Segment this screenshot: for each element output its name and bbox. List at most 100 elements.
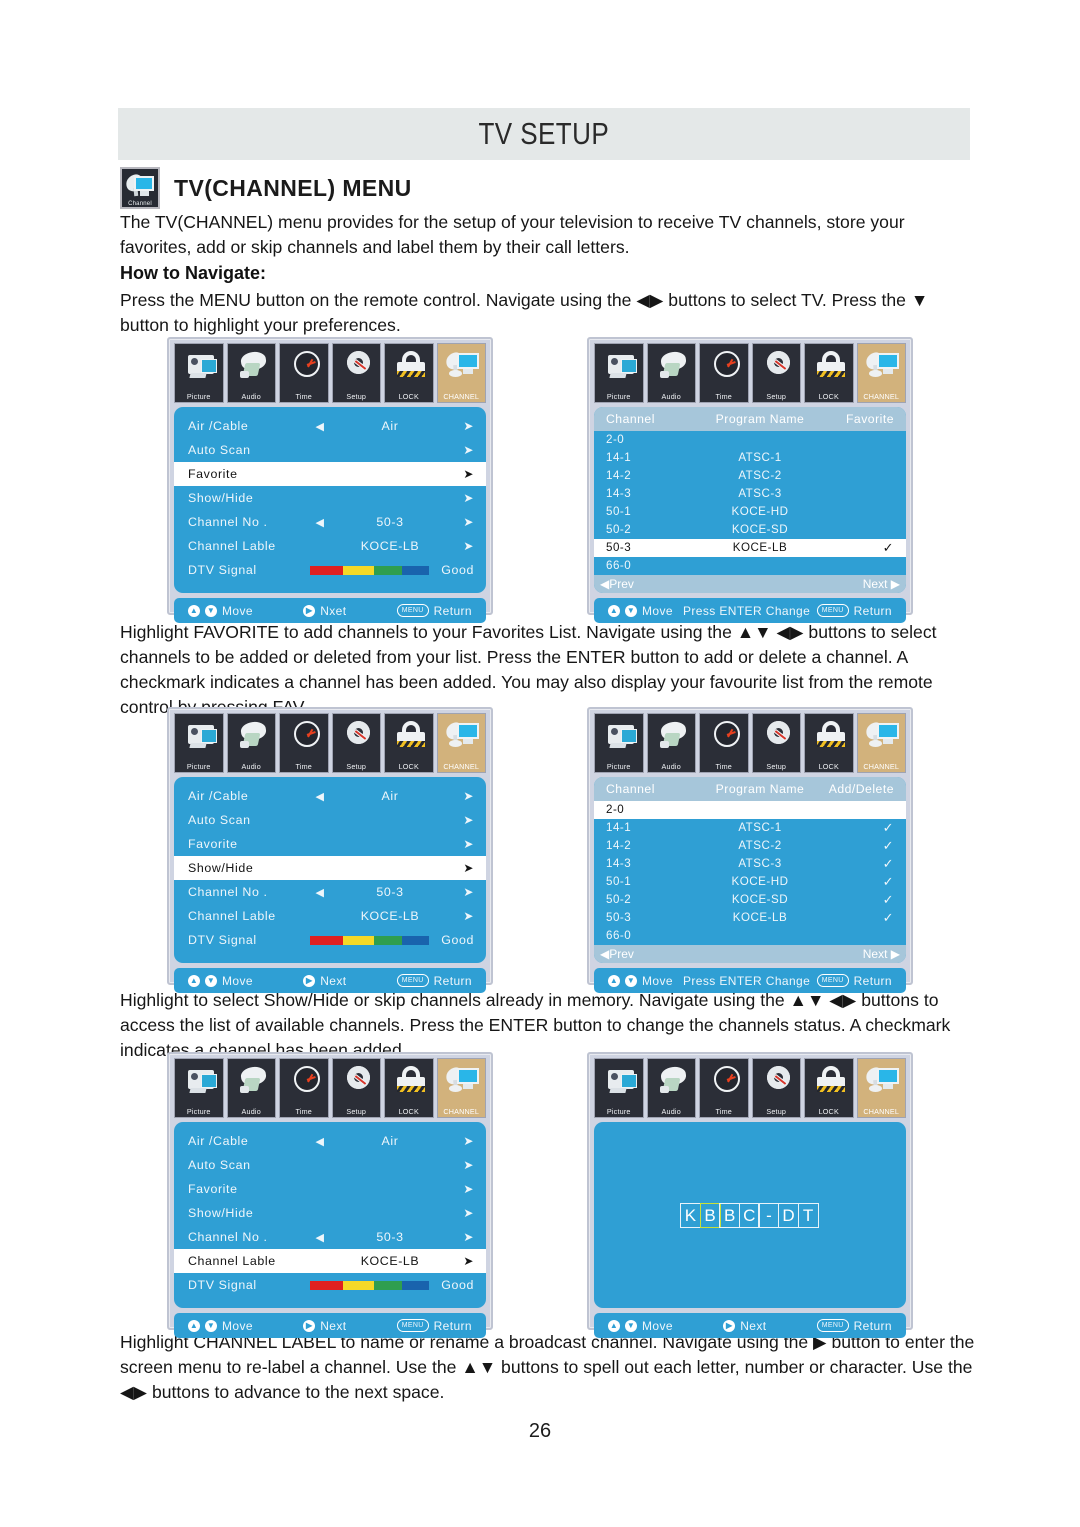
tab-setup[interactable]: Setup	[751, 343, 801, 403]
right-arrow-icon[interactable]: ➤	[440, 1182, 474, 1196]
tab-picture[interactable]: Picture	[174, 343, 224, 403]
menu-row-channel-lable[interactable]: Channel Lable KOCE-LB ➤	[174, 1249, 486, 1273]
right-arrow-icon[interactable]: ➤	[440, 1230, 474, 1244]
tab-picture[interactable]: Picture	[174, 1058, 224, 1118]
menu-row-channel-lable[interactable]: Channel Lable KOCE-LB ➤	[174, 904, 486, 928]
prev-page-button[interactable]: ◀Prev	[600, 947, 634, 961]
tab-setup[interactable]: Setup	[331, 343, 381, 403]
tab-time[interactable]: Time	[699, 1058, 749, 1118]
table-row[interactable]: 2-0	[594, 800, 906, 819]
menu-row-channel-no[interactable]: Channel No . ◀ 50-3 ➤	[174, 880, 486, 904]
tab-audio[interactable]: Audio	[226, 713, 276, 773]
label-cell-cursor[interactable]: B	[699, 1202, 721, 1228]
tab-audio[interactable]: Audio	[646, 1058, 696, 1118]
menu-row-show-hide[interactable]: Show/Hide ➤	[174, 486, 486, 510]
label-cell[interactable]: T	[797, 1202, 819, 1228]
left-arrow-icon[interactable]: ◀	[300, 790, 340, 803]
tab-lock[interactable]: LOCK	[384, 343, 434, 403]
tab-time[interactable]: Time	[279, 713, 329, 773]
tab-picture[interactable]: Picture	[594, 713, 644, 773]
tab-lock[interactable]: LOCK	[804, 1058, 854, 1118]
next-page-button[interactable]: Next ▶	[863, 577, 900, 591]
tab-audio[interactable]: Audio	[226, 343, 276, 403]
menu-row-favorite[interactable]: Favorite ➤	[174, 832, 486, 856]
right-arrow-icon[interactable]: ➤	[440, 443, 474, 457]
table-row[interactable]: 14-1 ATSC-1	[594, 449, 906, 467]
table-row[interactable]: 50-2 KOCE-SD	[594, 521, 906, 539]
right-arrow-icon[interactable]: ➤	[440, 861, 474, 875]
tab-time[interactable]: Time	[699, 713, 749, 773]
table-row[interactable]: 2-0	[594, 431, 906, 449]
left-arrow-icon[interactable]: ◀	[300, 420, 340, 433]
table-row[interactable]: 14-3 ATSC-3 ✓	[594, 855, 906, 873]
tab-lock[interactable]: LOCK	[384, 1058, 434, 1118]
left-arrow-icon[interactable]: ◀	[300, 516, 340, 529]
left-arrow-icon[interactable]: ◀	[300, 886, 340, 899]
table-row[interactable]: 50-1 KOCE-HD ✓	[594, 873, 906, 891]
tab-setup[interactable]: Setup	[751, 1058, 801, 1118]
tab-lock[interactable]: LOCK	[804, 343, 854, 403]
table-row[interactable]: 14-2 ATSC-2 ✓	[594, 837, 906, 855]
right-arrow-icon[interactable]: ➤	[440, 1158, 474, 1172]
menu-row-channel-no[interactable]: Channel No . ◀ 50-3 ➤	[174, 1225, 486, 1249]
menu-row-auto-scan[interactable]: Auto Scan ➤	[174, 438, 486, 462]
tab-channel[interactable]: CHANNEL	[856, 343, 906, 403]
tab-time[interactable]: Time	[279, 343, 329, 403]
right-arrow-icon[interactable]: ➤	[440, 813, 474, 827]
tab-channel[interactable]: CHANNEL	[436, 1058, 486, 1118]
tab-channel[interactable]: CHANNEL	[856, 713, 906, 773]
tab-channel[interactable]: CHANNEL	[436, 343, 486, 403]
tab-setup[interactable]: Setup	[331, 1058, 381, 1118]
table-row[interactable]: 50-3 KOCE-LB ✓	[594, 538, 906, 557]
menu-row-favorite[interactable]: Favorite ➤	[174, 462, 486, 486]
left-arrow-icon[interactable]: ◀	[300, 1231, 340, 1244]
menu-row-show-hide[interactable]: Show/Hide ➤	[174, 856, 486, 880]
menu-row-auto-scan[interactable]: Auto Scan ➤	[174, 1153, 486, 1177]
right-arrow-icon[interactable]: ➤	[440, 909, 474, 923]
right-arrow-icon[interactable]: ➤	[440, 539, 474, 553]
tab-setup[interactable]: Setup	[751, 713, 801, 773]
label-cell[interactable]: -	[758, 1202, 780, 1228]
tab-picture[interactable]: Picture	[594, 343, 644, 403]
table-row[interactable]: 66-0	[594, 557, 906, 575]
prev-page-button[interactable]: ◀Prev	[600, 577, 634, 591]
right-arrow-icon[interactable]: ➤	[440, 1254, 474, 1268]
tab-time[interactable]: Time	[699, 343, 749, 403]
right-arrow-icon[interactable]: ➤	[440, 837, 474, 851]
right-arrow-icon[interactable]: ➤	[440, 515, 474, 529]
menu-row-channel-no[interactable]: Channel No . ◀ 50-3 ➤	[174, 510, 486, 534]
right-arrow-icon[interactable]: ➤	[440, 885, 474, 899]
label-cell[interactable]: K	[679, 1202, 701, 1228]
table-row[interactable]: 50-3 KOCE-LB ✓	[594, 909, 906, 927]
table-row[interactable]: 50-2 KOCE-SD ✓	[594, 891, 906, 909]
right-arrow-icon[interactable]: ➤	[440, 789, 474, 803]
tab-channel[interactable]: CHANNEL	[856, 1058, 906, 1118]
tab-channel[interactable]: CHANNEL	[436, 713, 486, 773]
tab-lock[interactable]: LOCK	[384, 713, 434, 773]
right-arrow-icon[interactable]: ➤	[440, 1134, 474, 1148]
menu-row-channel-lable[interactable]: Channel Lable KOCE-LB ➤	[174, 534, 486, 558]
table-row[interactable]: 14-1 ATSC-1 ✓	[594, 819, 906, 837]
tab-audio[interactable]: Audio	[226, 1058, 276, 1118]
tab-picture[interactable]: Picture	[174, 713, 224, 773]
table-row[interactable]: 50-1 KOCE-HD	[594, 503, 906, 521]
right-arrow-icon[interactable]: ➤	[440, 419, 474, 433]
tab-audio[interactable]: Audio	[646, 713, 696, 773]
menu-row-air-cable[interactable]: Air /Cable ◀ Air ➤	[174, 784, 486, 808]
menu-row-air-cable[interactable]: Air /Cable ◀ Air ➤	[174, 414, 486, 438]
table-row[interactable]: 14-3 ATSC-3	[594, 485, 906, 503]
tab-time[interactable]: Time	[279, 1058, 329, 1118]
right-arrow-icon[interactable]: ➤	[440, 491, 474, 505]
tab-audio[interactable]: Audio	[646, 343, 696, 403]
tab-lock[interactable]: LOCK	[804, 713, 854, 773]
label-cell[interactable]: D	[778, 1202, 800, 1228]
tab-picture[interactable]: Picture	[594, 1058, 644, 1118]
label-cell[interactable]: C	[738, 1202, 760, 1228]
label-cell[interactable]: B	[719, 1202, 741, 1228]
table-row[interactable]: 66-0	[594, 927, 906, 945]
menu-row-auto-scan[interactable]: Auto Scan ➤	[174, 808, 486, 832]
right-arrow-icon[interactable]: ➤	[440, 467, 474, 481]
menu-row-favorite[interactable]: Favorite ➤	[174, 1177, 486, 1201]
left-arrow-icon[interactable]: ◀	[300, 1135, 340, 1148]
menu-row-air-cable[interactable]: Air /Cable ◀ Air ➤	[174, 1129, 486, 1153]
